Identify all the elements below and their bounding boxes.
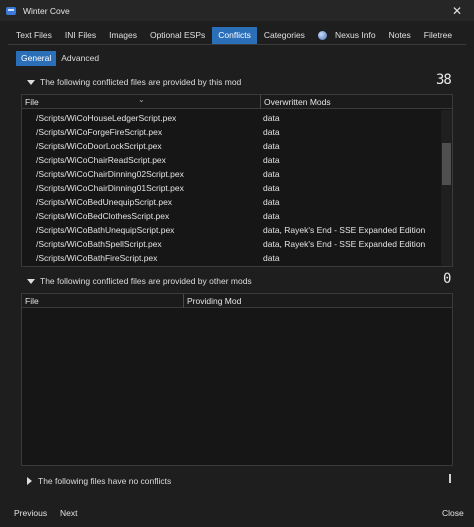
column-header-file[interactable]: File ⌄ [22, 95, 260, 109]
section-this-mod-title: The following conflicted files are provi… [40, 77, 242, 87]
tab-optional-esps[interactable]: Optional ESPs [144, 27, 211, 44]
table-row[interactable]: /Scripts/WiCoBedUnequipScript.pex data [22, 195, 442, 209]
table-row[interactable]: /Scripts/WiCoChairDinning02Script.pex dat… [22, 167, 442, 181]
title-bar: Winter Cove ✕ [0, 0, 474, 21]
this-mod-conflicts-table: File ⌄ Overwritten Mods /Scripts/WiCoHou… [21, 94, 453, 267]
collapse-arrow-icon [27, 278, 35, 284]
tab-divider [8, 44, 466, 45]
vertical-scrollbar[interactable] [441, 110, 452, 266]
table-row[interactable]: /Scripts/WiCoDoorLockScript.pex data [22, 139, 442, 153]
table-row[interactable]: /Scripts/WiCoBathUnequipScript.pex data, … [22, 223, 442, 237]
sort-caret-icon: ⌄ [138, 95, 145, 104]
collapse-arrow-icon [27, 79, 35, 85]
sub-tab-bar: General Advanced [16, 51, 104, 66]
column-header-file[interactable]: File [22, 294, 183, 308]
splitter-handle[interactable] [449, 474, 451, 483]
globe-icon [317, 31, 327, 40]
tab-conflicts[interactable]: Conflicts [212, 27, 257, 44]
subtab-advanced[interactable]: Advanced [56, 51, 104, 66]
table-row[interactable]: /Scripts/WiCoBedClothesScript.pex data [22, 209, 442, 223]
other-mods-conflict-count: 0 [443, 271, 452, 287]
tab-images[interactable]: Images [103, 27, 143, 44]
window-title: Winter Cove [23, 5, 70, 16]
tab-notes[interactable]: Notes [383, 27, 417, 44]
next-button[interactable]: Next [60, 508, 77, 518]
expand-arrow-icon [27, 477, 32, 485]
column-header-overwritten-mods[interactable]: Overwritten Mods [260, 95, 440, 109]
section-other-mods-toggle[interactable]: The following conflicted files are provi… [27, 276, 252, 286]
table-row[interactable]: /Scripts/WiCoHouseLedgerScript.pex data [22, 111, 442, 125]
table-row[interactable]: /Scripts/WiCoForgeFireScript.pex data [22, 125, 442, 139]
tab-ini-files[interactable]: INI Files [59, 27, 102, 44]
section-this-mod-toggle[interactable]: The following conflicted files are provi… [27, 77, 241, 87]
tab-nexus-info-label: Nexus Info [334, 30, 376, 40]
tab-text-files[interactable]: Text Files [10, 27, 58, 44]
column-header-providing-mod[interactable]: Providing Mod [183, 294, 433, 308]
subtab-general[interactable]: General [16, 51, 57, 66]
table-row[interactable]: /Scripts/WiCoBathSpellScript.pex data, Ra… [22, 237, 442, 251]
other-mods-conflicts-table: File Providing Mod [21, 293, 453, 466]
close-button[interactable]: Close [442, 508, 464, 518]
scrollbar-thumb[interactable] [442, 143, 451, 185]
this-mod-conflict-count: 38 [436, 72, 452, 88]
section-no-conflicts-toggle[interactable]: The following files have no conflicts [27, 476, 171, 486]
previous-button[interactable]: Previous [14, 508, 47, 518]
table-header: File ⌄ Overwritten Mods [22, 95, 452, 109]
table-header: File Providing Mod [22, 294, 452, 308]
section-no-conflicts-title: The following files have no conflicts [38, 476, 172, 486]
tab-filetree[interactable]: Filetree [418, 27, 458, 44]
table-row[interactable]: /Scripts/WiCoBathFireScript.pex data [22, 251, 442, 265]
tab-nexus-info[interactable]: Nexus Info [312, 27, 382, 44]
table-row[interactable]: /Scripts/WiCoChairReadScript.pex data [22, 153, 442, 167]
table-row[interactable]: /Scripts/WiCoChairDinning01Script.pex dat… [22, 181, 442, 195]
app-icon [6, 6, 16, 15]
window-close-button[interactable]: ✕ [440, 0, 474, 21]
tab-categories[interactable]: Categories [258, 27, 311, 44]
main-tab-bar: Text Files INI Files Images Optional ESP… [0, 27, 474, 44]
section-other-mods-title: The following conflicted files are provi… [40, 276, 252, 286]
